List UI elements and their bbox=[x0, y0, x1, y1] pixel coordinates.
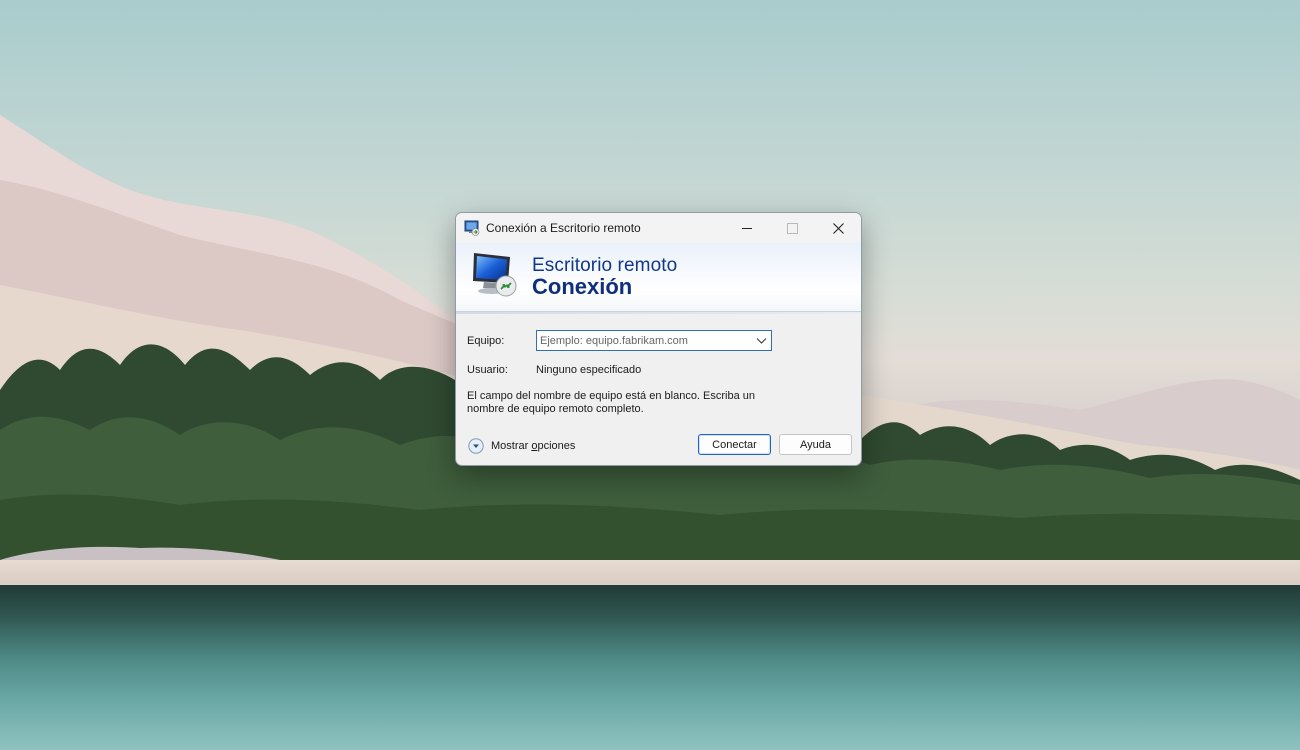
remote-desktop-icon bbox=[464, 220, 480, 236]
banner-title-line2: Conexión bbox=[532, 274, 633, 299]
shoreline bbox=[0, 560, 1300, 588]
window-title: Conexión a Escritorio remoto bbox=[486, 221, 641, 235]
computer-input[interactable] bbox=[540, 333, 745, 348]
minimize-button[interactable] bbox=[724, 213, 770, 243]
show-options-label-pre: Mostrar bbox=[491, 440, 532, 452]
banner-divider bbox=[456, 312, 861, 314]
desktop-wallpaper: Conexión a Escritorio remoto Escritorio … bbox=[0, 0, 1300, 750]
computer-label: Equipo: bbox=[467, 335, 505, 347]
close-button[interactable] bbox=[815, 213, 861, 243]
lake bbox=[0, 585, 1300, 750]
maximize-icon bbox=[786, 222, 798, 234]
minimize-icon bbox=[742, 227, 752, 229]
show-options-label[interactable]: Mostrar opciones bbox=[491, 440, 575, 452]
help-button[interactable]: Ayuda bbox=[779, 434, 852, 455]
maximize-button[interactable] bbox=[769, 213, 815, 243]
chevron-down-icon[interactable] bbox=[756, 335, 767, 346]
close-icon bbox=[832, 222, 844, 234]
connect-button[interactable]: Conectar bbox=[698, 434, 771, 455]
show-options-label-post: pciones bbox=[537, 440, 576, 452]
remote-desktop-window: Conexión a Escritorio remoto Escritorio … bbox=[455, 212, 862, 466]
user-label: Usuario: bbox=[467, 364, 508, 376]
user-value: Ninguno especificado bbox=[536, 364, 642, 376]
show-options-toggle[interactable]: Mostrar opciones bbox=[468, 437, 575, 455]
validation-message: El campo del nombre de equipo está en bl… bbox=[467, 390, 756, 415]
monitor-connection-icon bbox=[473, 253, 517, 297]
title-bar[interactable]: Conexión a Escritorio remoto bbox=[456, 213, 861, 243]
computer-combobox[interactable] bbox=[536, 330, 772, 351]
expand-circle-icon[interactable] bbox=[468, 438, 484, 454]
